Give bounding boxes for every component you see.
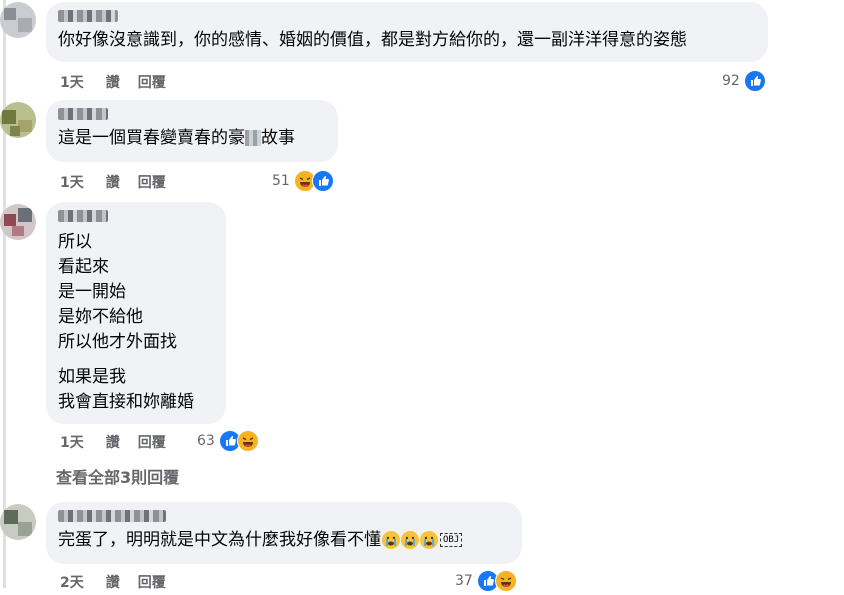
avatar[interactable] — [0, 204, 36, 240]
comment-text: 完蛋了，明明就是中文為什麼我好像看不懂 OBJ — [58, 528, 510, 553]
reaction-count: 51 — [272, 173, 290, 189]
comment-actions: 2天 讚回覆 — [60, 572, 184, 592]
comment-actions: 1天 讚回覆 — [60, 72, 184, 92]
author-name[interactable] — [58, 210, 108, 222]
comment-actions: 1天 讚回覆 — [60, 172, 184, 192]
reply-button[interactable]: 回覆 — [138, 172, 166, 192]
comment-bubble: 你好像沒意識到，你的感情、婚姻的價值，都是對方給你的，還一副洋洋得意的姿態 — [46, 2, 768, 62]
reaction-summary[interactable]: 92 — [722, 70, 766, 92]
like-button[interactable]: 讚 — [106, 572, 120, 592]
haha-icon — [236, 430, 259, 452]
author-name[interactable] — [58, 108, 108, 120]
reaction-count: 63 — [197, 433, 215, 449]
timestamp[interactable]: 1天 — [60, 432, 84, 452]
author-name[interactable] — [58, 10, 118, 22]
comment-bubble: 完蛋了，明明就是中文為什麼我好像看不懂 OBJ — [46, 502, 522, 564]
comment-actions: 1天 讚回覆 — [60, 432, 184, 452]
censored-text — [245, 130, 261, 146]
reaction-summary[interactable]: 51 — [272, 170, 334, 192]
like-button[interactable]: 讚 — [106, 172, 120, 192]
reaction-summary[interactable]: 37 — [455, 570, 517, 592]
comment-bubble: 這是一個買春變賣春的豪 故事 — [46, 100, 338, 162]
reply-button[interactable]: 回覆 — [138, 432, 166, 452]
comment-text: 你好像沒意識到，你的感情、婚姻的價值，都是對方給你的，還一副洋洋得意的姿態 — [58, 28, 756, 53]
comment-line: 你好像沒意識到，你的感情、婚姻的價值，都是對方給你的，還一副洋洋得意的姿態 — [58, 30, 687, 50]
reply-button[interactable]: 回覆 — [138, 72, 166, 92]
like-button[interactable]: 讚 — [106, 432, 120, 452]
ok-icon: OBJ — [440, 533, 463, 547]
view-all-replies-link[interactable]: 查看全部3則回覆 — [56, 464, 179, 488]
avatar[interactable] — [0, 102, 36, 138]
author-name[interactable] — [58, 510, 166, 522]
crying-face-icon — [420, 531, 438, 549]
haha-icon — [494, 570, 517, 592]
like-icon — [311, 170, 334, 192]
avatar[interactable] — [0, 504, 36, 540]
crying-face-icon — [382, 531, 400, 549]
like-button[interactable]: 讚 — [106, 72, 120, 92]
reaction-summary[interactable]: 63 — [197, 430, 259, 452]
like-icon — [743, 70, 766, 92]
thread-line — [3, 0, 6, 588]
timestamp[interactable]: 1天 — [60, 72, 84, 92]
crying-face-icon — [401, 531, 419, 549]
timestamp[interactable]: 2天 — [60, 572, 84, 592]
timestamp[interactable]: 1天 — [60, 172, 84, 192]
reaction-count: 92 — [722, 73, 740, 89]
comment-text: 所以 看起來 是一開始 是妳不給他 所以他才外面找 如果是我 我會直接和妳離婚 — [58, 232, 194, 412]
avatar[interactable] — [0, 2, 36, 38]
reaction-count: 37 — [455, 573, 473, 589]
reply-button[interactable]: 回覆 — [138, 572, 166, 592]
comment-bubble: 所以 看起來 是一開始 是妳不給他 所以他才外面找 如果是我 我會直接和妳離婚 — [46, 202, 226, 424]
comment-text: 這是一個買春變賣春的豪 故事 — [58, 128, 295, 148]
